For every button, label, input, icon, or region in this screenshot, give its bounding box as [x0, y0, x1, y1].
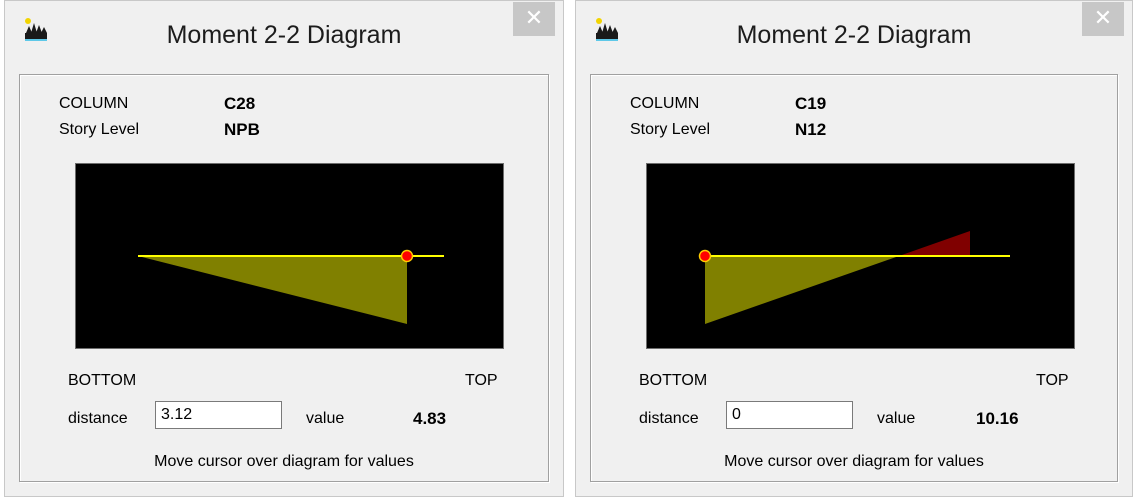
column-value: C28	[224, 94, 256, 113]
moment-fill-positive	[138, 256, 407, 324]
story-level-value: NPB	[224, 120, 260, 139]
moment-diagram[interactable]	[75, 163, 504, 349]
value-label: value	[306, 410, 345, 427]
hint-text: Move cursor over diagram for values	[154, 453, 414, 470]
content-panel: COLUMN C28 Story Level NPB BOTTOM TOP di…	[19, 74, 549, 482]
cursor-marker	[698, 249, 712, 263]
distance-input[interactable]	[726, 401, 853, 429]
story-level-label: Story Level	[59, 121, 140, 138]
column-label: COLUMN	[59, 95, 129, 112]
story-level-value: N12	[795, 120, 827, 139]
hint-text: Move cursor over diagram for values	[724, 453, 984, 470]
value-readout: 10.16	[976, 409, 1019, 428]
moment-fill-positive	[705, 256, 899, 324]
top-label: TOP	[465, 372, 498, 389]
moment-fill-negative	[899, 231, 970, 256]
value-readout: 4.83	[413, 409, 447, 428]
value-label: value	[877, 410, 916, 427]
moment-diagram-window-2: Moment 2-2 Diagram ✕ COLUMN C19 Story Le…	[575, 0, 1133, 497]
bottom-label: BOTTOM	[639, 372, 708, 389]
content-panel: COLUMN C19 Story Level N12 BOTTOM TOP di…	[590, 74, 1118, 482]
cursor-marker	[400, 249, 414, 263]
moment-diagram[interactable]	[646, 163, 1075, 349]
close-button[interactable]: ✕	[1082, 2, 1124, 36]
moment-diagram-plot[interactable]	[647, 164, 1074, 348]
distance-label: distance	[68, 410, 128, 427]
column-value: C19	[795, 94, 827, 113]
story-level-label: Story Level	[630, 121, 711, 138]
bottom-label: BOTTOM	[68, 372, 137, 389]
close-button[interactable]: ✕	[513, 2, 555, 36]
distance-input[interactable]	[155, 401, 282, 429]
column-label: COLUMN	[630, 95, 700, 112]
top-label: TOP	[1036, 372, 1069, 389]
title-bar[interactable]: Moment 2-2 Diagram ✕	[576, 1, 1132, 77]
window-title: Moment 2-2 Diagram	[166, 21, 402, 49]
distance-label: distance	[639, 410, 699, 427]
window-title: Moment 2-2 Diagram	[736, 21, 972, 49]
title-bar[interactable]: Moment 2-2 Diagram ✕	[5, 1, 563, 77]
moment-diagram-window-1: Moment 2-2 Diagram ✕ COLUMN C28 Story Le…	[4, 0, 564, 497]
moment-diagram-plot[interactable]	[76, 164, 503, 348]
